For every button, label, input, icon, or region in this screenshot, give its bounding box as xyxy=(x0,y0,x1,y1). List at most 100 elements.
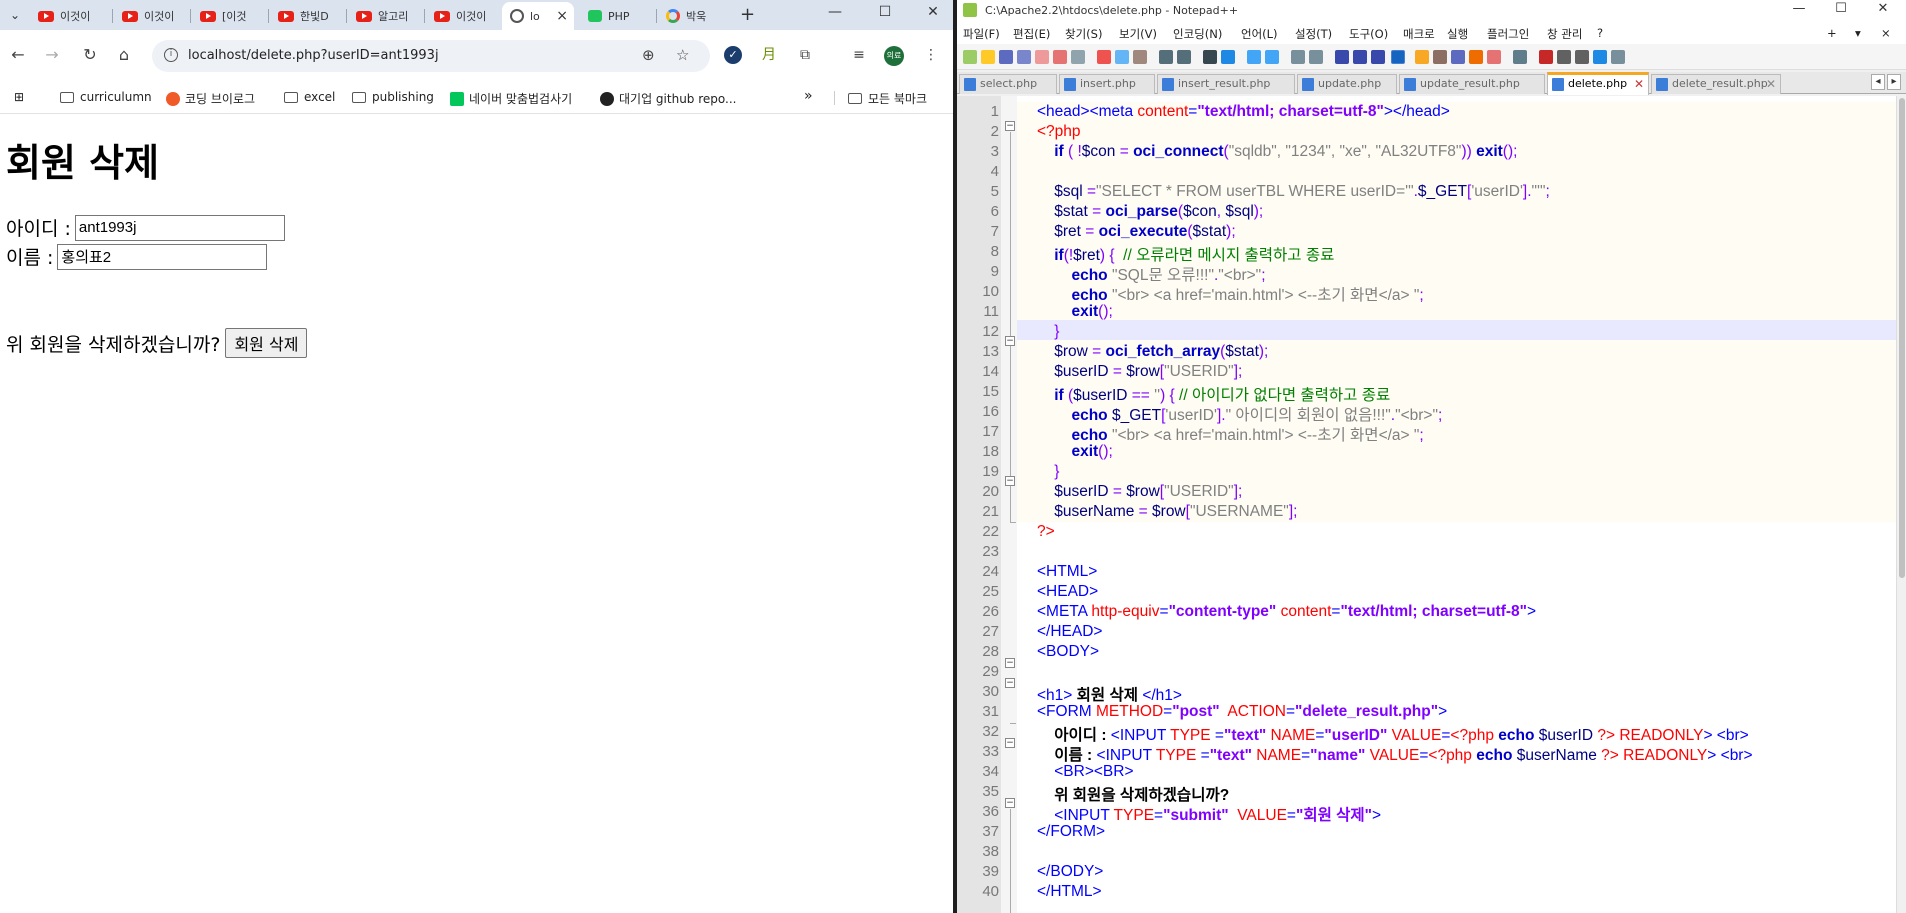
record-macro-icon[interactable] xyxy=(1539,50,1553,64)
code-line[interactable]: $userID = $row["USERID"]; xyxy=(1037,363,1242,381)
close-tab-icon[interactable]: ✕ xyxy=(1766,75,1776,93)
code-line[interactable]: <HTML> xyxy=(1037,563,1097,581)
menu-file[interactable]: 파일(F) xyxy=(963,26,1000,42)
menu-window[interactable]: 창 관리 xyxy=(1547,26,1582,42)
stop-macro-icon[interactable] xyxy=(1557,50,1571,64)
fold-toggle-icon[interactable]: − xyxy=(1005,678,1015,688)
code-line[interactable]: $userID = $row["USERID"]; xyxy=(1037,483,1242,501)
menu-dropdown-icon[interactable]: ▾ xyxy=(1855,26,1861,40)
sync-v-icon[interactable] xyxy=(1291,50,1305,64)
save-macro-icon[interactable] xyxy=(1611,50,1625,64)
code-line[interactable]: <FORM METHOD="post" ACTION="delete_resul… xyxy=(1037,703,1447,721)
user-name-field[interactable] xyxy=(57,243,268,270)
code-editor[interactable]: 1 <head><meta content="text/html; charset… xyxy=(957,96,1906,913)
code-line[interactable]: <?php xyxy=(1037,123,1081,141)
file-tab[interactable]: update.php xyxy=(1297,74,1397,94)
browser-tab[interactable]: 박욱 xyxy=(658,2,730,30)
close-file-icon[interactable] xyxy=(1035,50,1049,64)
doc-map-icon[interactable] xyxy=(1415,50,1429,64)
code-line[interactable]: $ret = oci_execute($stat); xyxy=(1037,223,1235,241)
bookmark-star-icon[interactable]: ☆ xyxy=(676,46,689,64)
code-line[interactable]: if ( !$con = oci_connect("sqldb", "1234"… xyxy=(1037,143,1517,161)
folder-as-workspace-icon[interactable] xyxy=(1451,50,1465,64)
code-line[interactable]: <BR><BR> xyxy=(1037,763,1133,781)
back-icon[interactable]: ← xyxy=(6,45,30,64)
file-tab[interactable]: update_result.php xyxy=(1399,74,1545,94)
code-line[interactable]: <h1> 회원 삭제 </h1> xyxy=(1037,683,1182,705)
code-line[interactable]: <META http-equiv="content-type" content=… xyxy=(1037,603,1536,621)
find-icon[interactable] xyxy=(1203,50,1217,64)
code-line[interactable]: 위 회원을 삭제하겠습니까? xyxy=(1037,783,1229,805)
close-all-icon[interactable] xyxy=(1053,50,1067,64)
menu-run[interactable]: 실행 xyxy=(1447,26,1468,42)
undo-icon[interactable] xyxy=(1159,50,1173,64)
bookmark-item[interactable]: 코딩 브이로그 xyxy=(166,90,255,107)
paste-icon[interactable] xyxy=(1133,50,1147,64)
code-line[interactable]: $row = oci_fetch_array($stat); xyxy=(1037,343,1268,361)
save-icon[interactable] xyxy=(999,50,1013,64)
bookmarks-overflow-icon[interactable]: » xyxy=(804,88,813,104)
tab-scroll-right-icon[interactable]: ▸ xyxy=(1887,74,1901,90)
profile-avatar[interactable]: 의료 xyxy=(884,46,904,66)
print-icon[interactable] xyxy=(1071,50,1085,64)
code-line[interactable]: </FORM> xyxy=(1037,823,1105,841)
browser-tab[interactable]: 알고리 xyxy=(348,2,420,30)
new-file-icon[interactable] xyxy=(963,50,977,64)
code-line[interactable]: </HEAD> xyxy=(1037,623,1102,641)
browser-tab[interactable]: 한빛D xyxy=(270,2,342,30)
code-line[interactable]: exit(); xyxy=(1037,303,1112,321)
url-text[interactable]: localhost/delete.php?userID=ant1993j xyxy=(188,48,439,63)
bookmark-item[interactable]: 네이버 맞춤법검사기 xyxy=(450,90,572,107)
minimize-icon[interactable]: — xyxy=(1779,1,1819,16)
fold-toggle-icon[interactable]: − xyxy=(1005,798,1015,808)
browser-tab[interactable]: [이것 xyxy=(192,2,264,30)
menu-encoding[interactable]: 인코딩(N) xyxy=(1173,26,1222,42)
monitoring-icon[interactable] xyxy=(1487,50,1501,64)
extensions-puzzle-icon[interactable]: ⧉ xyxy=(796,46,814,64)
sync-h-icon[interactable] xyxy=(1309,50,1323,64)
bookmark-folder[interactable]: excel xyxy=(284,90,335,104)
udl-icon[interactable] xyxy=(1391,50,1405,64)
address-bar[interactable]: i localhost/delete.php?userID=ant1993j ⊕… xyxy=(152,40,710,72)
code-line[interactable]: <HEAD> xyxy=(1037,583,1098,601)
code-line[interactable]: } xyxy=(1037,323,1059,341)
code-line[interactable]: ?> xyxy=(1037,523,1055,541)
home-icon[interactable]: ⌂ xyxy=(112,45,136,64)
fold-toggle-icon[interactable]: − xyxy=(1005,738,1015,748)
menu-help[interactable]: ? xyxy=(1597,26,1603,40)
menu-add-icon[interactable]: + xyxy=(1827,26,1837,40)
code-line[interactable]: if ($userID == '') { // 아이디가 없다면 출력하고 종료 xyxy=(1037,383,1390,405)
menu-close-icon[interactable]: × xyxy=(1881,26,1891,40)
copy-icon[interactable] xyxy=(1115,50,1129,64)
code-line[interactable]: } xyxy=(1037,463,1059,481)
scrollbar-thumb[interactable] xyxy=(1899,98,1905,578)
view-icon[interactable] xyxy=(1513,50,1527,64)
code-line[interactable]: <INPUT TYPE="submit" VALUE="회원 삭제"> xyxy=(1037,803,1381,825)
show-all-chars-icon[interactable] xyxy=(1353,50,1367,64)
bookmark-folder[interactable]: curriculumn xyxy=(60,90,152,104)
file-tab[interactable]: select.php xyxy=(959,74,1057,94)
word-wrap-icon[interactable] xyxy=(1335,50,1349,64)
menu-edit[interactable]: 편집(E) xyxy=(1013,26,1050,42)
zoom-in-icon[interactable] xyxy=(1247,50,1261,64)
menu-language[interactable]: 언어(L) xyxy=(1241,26,1278,42)
code-line[interactable]: if(!$ret) { // 오류라면 메시지 출력하고 종료 xyxy=(1037,243,1334,265)
code-line[interactable]: <BODY> xyxy=(1037,643,1099,661)
user-id-field[interactable] xyxy=(74,214,285,241)
bookmark-folder[interactable]: publishing xyxy=(352,90,434,104)
browser-tab-active[interactable]: lo × xyxy=(502,2,574,30)
all-bookmarks[interactable]: 모든 북마크 xyxy=(848,90,927,107)
zoom-out-icon[interactable] xyxy=(1265,50,1279,64)
run-macro-multiple-icon[interactable] xyxy=(1593,50,1607,64)
menu-macro[interactable]: 매크로 xyxy=(1403,26,1435,42)
code-line[interactable]: </HTML> xyxy=(1037,883,1102,901)
reload-icon[interactable]: ↻ xyxy=(78,45,102,64)
code-line[interactable]: echo $_GET['userID']." 아이디의 회원이 없음!!!"."… xyxy=(1037,403,1442,425)
site-info-icon[interactable]: i xyxy=(164,48,178,62)
zoom-icon[interactable]: ⊕ xyxy=(642,46,655,64)
fold-toggle-icon[interactable]: − xyxy=(1005,121,1015,131)
close-window-icon[interactable]: ✕ xyxy=(1863,1,1903,16)
menu-tools[interactable]: 도구(O) xyxy=(1349,26,1388,42)
redo-icon[interactable] xyxy=(1177,50,1191,64)
code-line[interactable]: echo "SQL문 오류!!!"."<br>"; xyxy=(1037,263,1265,285)
